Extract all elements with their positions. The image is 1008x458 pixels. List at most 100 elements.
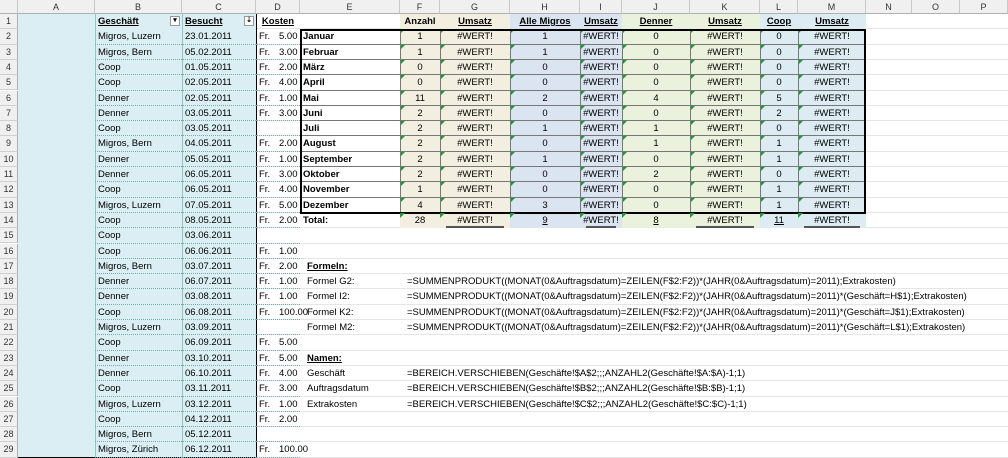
order-date[interactable]: 03.08.2011 [182, 289, 256, 304]
formula-text[interactable]: =SUMMENPRODUKT((MONAT(0&Auftragsdatum)=Z… [404, 274, 1004, 289]
order-amount[interactable]: 3.00 [276, 45, 300, 60]
order-shop[interactable]: Coop [95, 244, 182, 259]
order-amount[interactable]: 3.00 [276, 167, 300, 182]
row-header-15[interactable]: 15 [0, 228, 18, 244]
order-date[interactable]: 04.12.2011 [182, 412, 256, 427]
order-amount[interactable]: 5.00 [276, 29, 300, 44]
order-shop[interactable]: Coop [95, 121, 182, 136]
order-amount[interactable]: 2.00 [276, 412, 300, 427]
order-shop[interactable]: Migros, Zürich [95, 442, 182, 457]
order-shop[interactable]: Migros, Luzern [95, 29, 182, 44]
order-shop[interactable]: Denner [95, 366, 182, 381]
order-amount[interactable]: 2.00 [276, 259, 300, 274]
order-date[interactable]: 05.05.2011 [182, 152, 256, 167]
order-date[interactable]: 01.05.2011 [182, 60, 256, 75]
order-shop[interactable]: Coop [95, 213, 182, 228]
row-header-9[interactable]: 9 [0, 136, 18, 152]
order-shop[interactable]: Coop [95, 182, 182, 197]
order-amount[interactable] [276, 320, 300, 335]
column-header-P[interactable]: P [960, 0, 1008, 14]
row-header-14[interactable]: 14 [0, 212, 18, 229]
column-header-J[interactable]: J [622, 0, 690, 14]
order-shop[interactable]: Denner [95, 91, 182, 106]
total-value[interactable]: 11 [760, 212, 798, 228]
order-date[interactable]: 03.05.2011 [182, 106, 256, 121]
order-shop[interactable]: Migros, Bern [95, 136, 182, 151]
column-header-M[interactable]: M [798, 0, 866, 14]
order-date[interactable]: 06.12.2011 [182, 442, 256, 457]
order-shop[interactable]: Denner [95, 274, 182, 289]
order-date[interactable]: 02.05.2011 [182, 91, 256, 106]
total-value[interactable]: 28 [400, 212, 440, 228]
header-besucht[interactable]: Besucht ⇣ [182, 14, 256, 29]
order-date[interactable]: 05.12.2011 [182, 427, 256, 442]
row-header-20[interactable]: 20 [0, 304, 18, 320]
name-definition[interactable]: =BEREICH.VERSCHIEBEN(Geschäfte!$B$2;;;AN… [404, 381, 1004, 396]
order-shop[interactable]: Migros, Bern [95, 427, 182, 442]
order-date[interactable]: 08.05.2011 [182, 213, 256, 228]
row-header-24[interactable]: 24 [0, 365, 18, 382]
column-header-O[interactable]: O [912, 0, 960, 14]
order-date[interactable]: 05.02.2011 [182, 45, 256, 60]
column-header-F[interactable]: F [400, 0, 440, 14]
order-amount[interactable]: 1.00 [276, 289, 300, 304]
order-date[interactable]: 04.05.2011 [182, 136, 256, 151]
formula-text[interactable]: =SUMMENPRODUKT((MONAT(0&Auftragsdatum)=Z… [404, 320, 1004, 335]
summary-header[interactable]: Umsatz [580, 14, 622, 29]
row-header-25[interactable]: 25 [0, 381, 18, 397]
summary-header[interactable]: Anzahl [400, 14, 440, 29]
order-shop[interactable]: Migros, Luzern [95, 320, 182, 335]
column-header-C[interactable]: C [182, 0, 256, 14]
row-header-27[interactable]: 27 [0, 411, 18, 428]
row-header-21[interactable]: 21 [0, 320, 18, 336]
order-amount[interactable]: 2.00 [276, 136, 300, 151]
order-shop[interactable]: Coop [95, 60, 182, 75]
order-shop[interactable]: Coop [95, 228, 182, 243]
order-date[interactable]: 03.05.2011 [182, 121, 256, 136]
row-header-2[interactable]: 2 [0, 29, 18, 45]
spreadsheet-grid[interactable]: A B C D E F G H I J K L M N O P 1 2 3 4 5 6 7 8 9 10 11 12 13 14 15 16 1… [0, 0, 1008, 458]
header-geschaeft[interactable]: Geschäft ▾ [95, 14, 182, 29]
row-header-3[interactable]: 3 [0, 44, 18, 60]
order-date[interactable]: 06.05.2011 [182, 182, 256, 197]
total-value[interactable]: 9 [510, 212, 580, 228]
row-header-4[interactable]: 4 [0, 59, 18, 76]
order-date[interactable]: 03.10.2011 [182, 351, 256, 366]
order-amount[interactable]: 5.00 [276, 198, 300, 213]
order-amount[interactable]: 1.00 [276, 91, 300, 106]
order-date[interactable]: 06.06.2011 [182, 244, 256, 259]
order-date[interactable]: 03.07.2011 [182, 259, 256, 274]
order-shop[interactable]: Denner [95, 106, 182, 121]
column-header-H[interactable]: H [510, 0, 580, 14]
row-header-7[interactable]: 7 [0, 105, 18, 122]
order-date[interactable]: 03.09.2011 [182, 320, 256, 335]
order-date[interactable]: 03.12.2011 [182, 397, 256, 412]
filter-dropdown-icon[interactable]: ⇣ [244, 16, 254, 26]
row-header-8[interactable]: 8 [0, 121, 18, 137]
row-header-22[interactable]: 22 [0, 335, 18, 351]
name-definition[interactable]: =BEREICH.VERSCHIEBEN(Geschäfte!$A$2;;;AN… [404, 366, 1004, 381]
summary-header[interactable]: Umsatz [798, 14, 866, 29]
order-amount[interactable]: 1.00 [276, 152, 300, 167]
order-shop[interactable]: Denner [95, 167, 182, 182]
total-value[interactable]: 8 [622, 212, 690, 228]
row-header-18[interactable]: 18 [0, 274, 18, 290]
row-header-12[interactable]: 12 [0, 182, 18, 198]
filter-dropdown-icon[interactable]: ▾ [170, 16, 180, 26]
row-header-23[interactable]: 23 [0, 350, 18, 366]
order-shop[interactable]: Coop [95, 381, 182, 396]
order-date[interactable]: 03.06.2011 [182, 228, 256, 243]
row-header-19[interactable]: 19 [0, 289, 18, 305]
order-date[interactable]: 23.01.2011 [182, 29, 256, 44]
order-shop[interactable]: Coop [95, 305, 182, 320]
order-shop[interactable]: Denner [95, 351, 182, 366]
header-kosten[interactable]: Kosten [256, 14, 300, 29]
column-header-L[interactable]: L [760, 0, 798, 14]
order-amount[interactable] [276, 121, 300, 136]
row-header-17[interactable]: 17 [0, 258, 18, 275]
order-amount[interactable]: 5.00 [276, 335, 300, 350]
select-all-corner[interactable] [0, 0, 18, 14]
total-label[interactable]: Total: [300, 213, 400, 228]
order-amount[interactable]: 5.00 [276, 351, 300, 366]
order-shop[interactable]: Denner [95, 289, 182, 304]
